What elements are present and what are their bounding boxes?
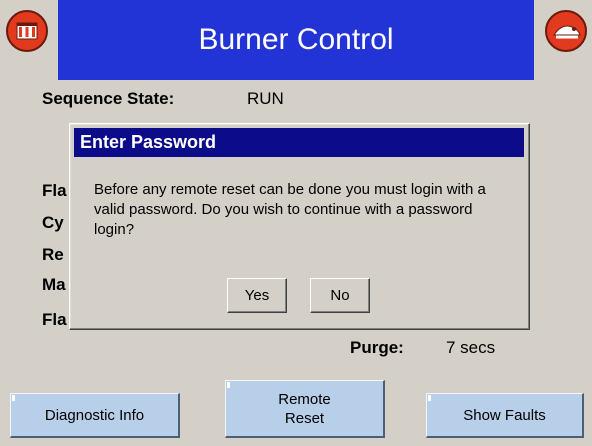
remote-reset-button[interactable]: Remote Reset	[225, 380, 385, 438]
purge-label: Purge:	[350, 338, 404, 357]
show-faults-label: Show Faults	[463, 406, 546, 424]
page-title: Burner Control	[58, 0, 534, 80]
password-dialog: Enter Password Before any remote reset c…	[69, 123, 530, 330]
dialog-title: Enter Password	[74, 128, 524, 157]
remote-reset-label-line2: Reset	[284, 409, 325, 427]
remote-reset-label-line1: Remote	[278, 390, 331, 408]
diagnostic-info-label: Diagnostic Info	[44, 406, 145, 424]
dialog-message: Before any remote reset can be done you …	[94, 181, 486, 238]
show-faults-button[interactable]: Show Faults	[426, 393, 584, 438]
header: Burner Control	[0, 0, 592, 80]
status-label-reset: Re	[42, 245, 64, 264]
button-notch	[227, 382, 230, 388]
status-label-flame-2: Fla	[42, 310, 67, 329]
sequence-state-value: RUN	[247, 89, 284, 108]
status-label-cycle: Cy	[42, 213, 64, 232]
status-label-main: Ma	[42, 275, 66, 294]
purge-value: 7 secs	[446, 338, 496, 357]
factory-icon[interactable]	[5, 9, 49, 53]
status-label-flame-1: Fla	[42, 181, 67, 200]
no-button[interactable]: No	[310, 278, 370, 313]
yes-button[interactable]: Yes	[227, 278, 287, 313]
fire-icon[interactable]	[544, 9, 588, 53]
diagnostic-info-button[interactable]: Diagnostic Info	[10, 393, 180, 438]
sequence-state-label: Sequence State:	[42, 89, 175, 108]
button-notch	[12, 395, 15, 401]
button-notch	[428, 395, 431, 401]
